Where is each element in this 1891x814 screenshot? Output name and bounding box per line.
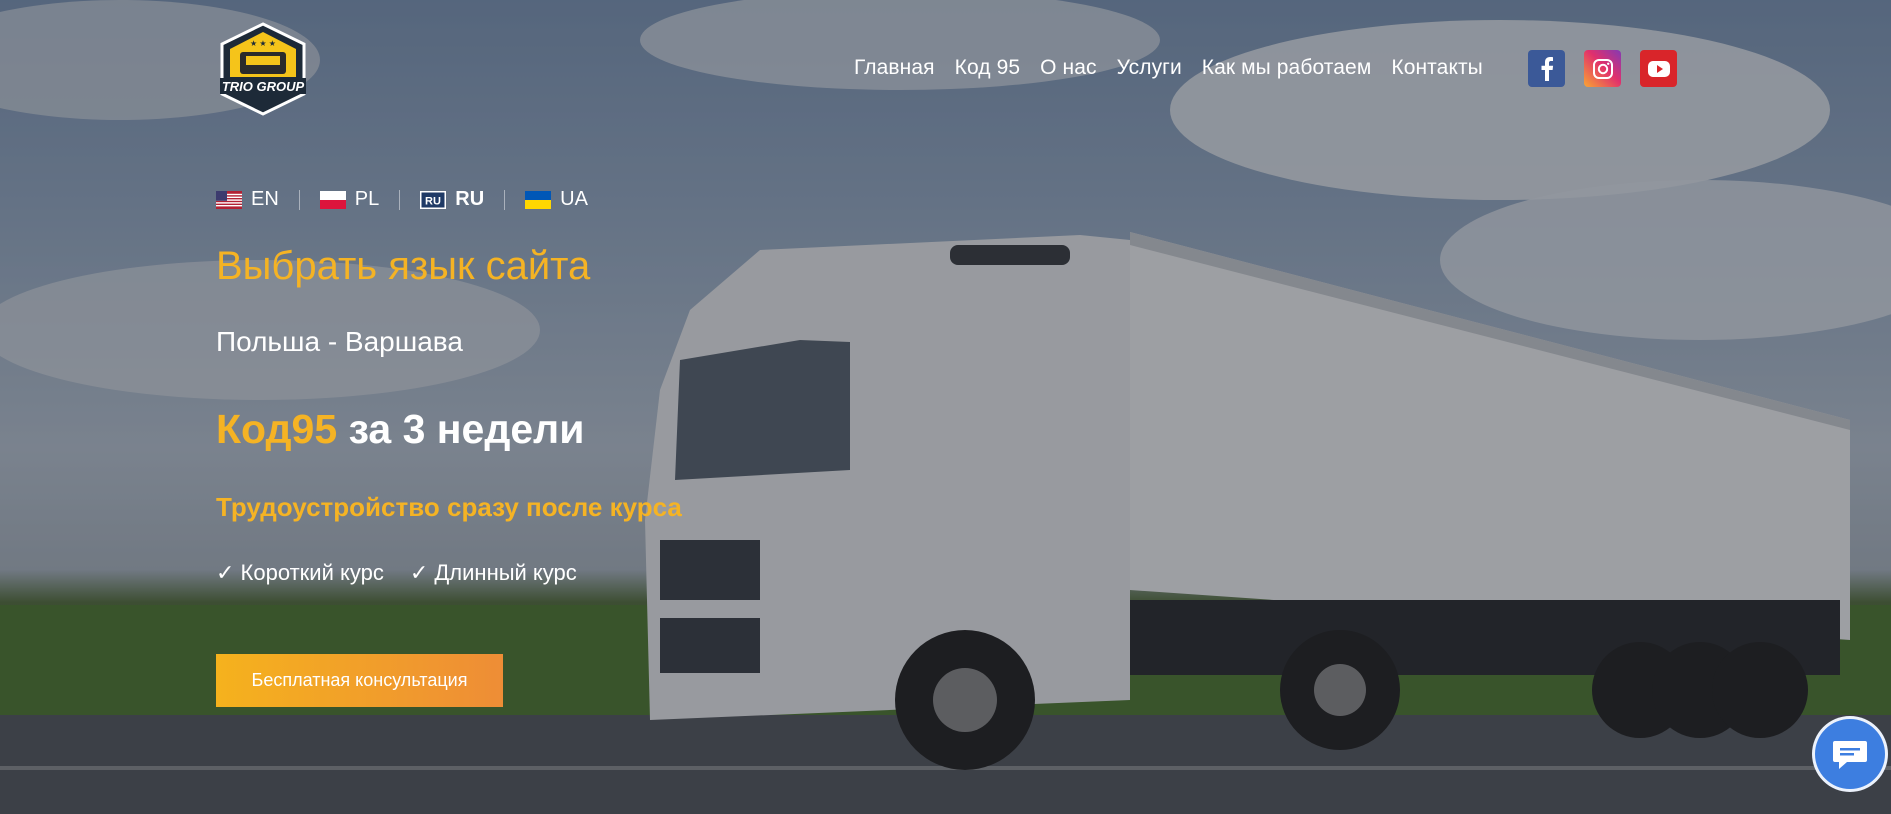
chat-button[interactable] <box>1812 716 1888 792</box>
language-switcher: EN PL RU RU UA <box>216 188 588 211</box>
nav-item-how-we-work[interactable]: Как мы работаем <box>1202 56 1372 80</box>
choose-language-heading: Выбрать язык сайта <box>216 244 591 288</box>
lang-label: PL <box>354 188 380 210</box>
lang-option-en[interactable]: EN <box>216 188 279 211</box>
youtube-icon <box>1647 60 1670 77</box>
location-text: Польша - Варшава <box>216 326 463 357</box>
lang-option-pl[interactable]: PL <box>319 188 380 211</box>
course-long: ✓ Длинный курс <box>409 560 577 585</box>
course-list: ✓ Короткий курс ✓ Длинный курс <box>216 560 577 586</box>
divider <box>298 189 300 210</box>
facebook-button[interactable] <box>1528 50 1565 87</box>
pl-flag-icon <box>319 190 346 209</box>
facebook-icon <box>1541 56 1553 81</box>
lang-option-ru[interactable]: RU RU <box>420 188 484 211</box>
instagram-button[interactable] <box>1584 50 1621 87</box>
divider <box>399 189 401 210</box>
nav-item-code95[interactable]: Код 95 <box>955 56 1021 80</box>
headline-accent: Код95 <box>216 406 338 452</box>
lang-label: RU <box>455 188 485 210</box>
us-flag-icon <box>216 190 242 209</box>
lang-option-ua[interactable]: UA <box>525 188 588 211</box>
course-short: ✓ Короткий курс <box>216 560 384 585</box>
svg-text:★ ★ ★: ★ ★ ★ <box>250 39 276 48</box>
youtube-button[interactable] <box>1640 50 1677 87</box>
main-nav: Главная Код 95 О нас Услуги Как мы работ… <box>854 56 1483 80</box>
headline-rest: за 3 недели <box>337 406 585 452</box>
chat-bubble-icon <box>1833 741 1867 769</box>
instagram-icon <box>1592 58 1613 79</box>
nav-item-about[interactable]: О нас <box>1040 56 1096 80</box>
hero-section: TRIO GROUP ★ ★ ★ Главная Код 95 О нас Ус… <box>0 0 1891 814</box>
trio-group-logo[interactable]: TRIO GROUP ★ ★ ★ <box>216 22 310 116</box>
subheadline: Трудоустройство сразу после курса <box>216 492 682 522</box>
page-title: Код95 за 3 недели <box>216 406 584 453</box>
svg-text:RU: RU <box>425 195 441 207</box>
svg-text:TRIO GROUP: TRIO GROUP <box>222 79 305 94</box>
lang-label: UA <box>560 188 588 210</box>
lang-label: EN <box>251 188 279 210</box>
divider <box>504 189 506 210</box>
ua-flag-icon <box>525 190 552 209</box>
ru-flag-icon: RU <box>420 190 447 209</box>
nav-item-contacts[interactable]: Контакты <box>1391 56 1483 80</box>
nav-item-services[interactable]: Услуги <box>1117 56 1182 80</box>
nav-item-home[interactable]: Главная <box>854 56 935 80</box>
social-links <box>1528 50 1677 87</box>
free-consultation-button[interactable]: Бесплатная консультация <box>216 654 503 707</box>
